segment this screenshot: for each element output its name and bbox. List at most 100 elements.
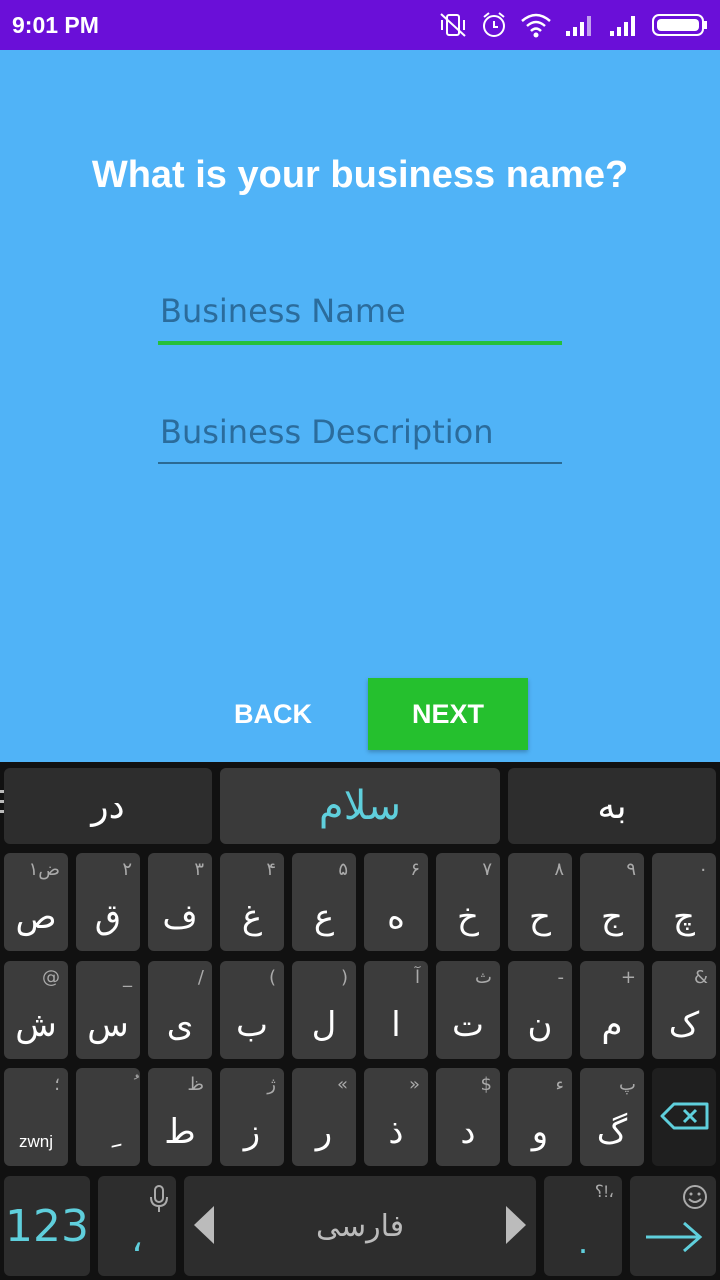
key-che[interactable]: ٠چ [652, 853, 716, 951]
arrow-left-icon[interactable] [194, 1206, 214, 1244]
key-label: خ [457, 897, 479, 937]
back-button[interactable]: BACK [222, 678, 324, 750]
alarm-icon [480, 11, 508, 39]
key-kaf[interactable]: & ک [652, 961, 716, 1059]
key-be[interactable]: (ب [220, 961, 284, 1059]
key-hint: ٣ [194, 859, 204, 880]
key-label: ش [15, 1005, 57, 1045]
suggestion-right[interactable]: به [508, 768, 716, 844]
key-hint: ظ [187, 1074, 204, 1095]
key-ye[interactable]: / ی [148, 961, 212, 1059]
key-hint: _ [123, 967, 132, 988]
period-label: . [577, 1220, 588, 1261]
key-label: غ [241, 897, 263, 937]
key-hint: ۶ [410, 859, 420, 880]
enter-key[interactable] [630, 1176, 716, 1276]
key-alef[interactable]: آا [364, 961, 428, 1059]
numbers-key[interactable]: 123 [4, 1176, 90, 1276]
key-zal[interactable]: » ذ [364, 1068, 428, 1166]
key-ze[interactable]: ژز [220, 1068, 284, 1166]
wifi-icon [520, 12, 552, 38]
key-sin[interactable]: _ س [76, 961, 140, 1059]
key-label: ِ [76, 1112, 140, 1152]
business-description-input[interactable] [158, 404, 562, 460]
key-hint: آ [414, 967, 420, 988]
key-hint: ء [555, 1074, 564, 1095]
next-button[interactable]: NEXT [368, 678, 528, 750]
key-label: ج [601, 897, 623, 937]
status-icons [438, 10, 708, 40]
period-hint: ؟!، [594, 1182, 614, 1201]
key-label: ع [313, 897, 335, 937]
key-hint: » [408, 1074, 420, 1095]
key-ein[interactable]: ۵ع [292, 853, 356, 951]
signal-icon [564, 13, 596, 37]
key-dal[interactable]: $ د [436, 1068, 500, 1166]
key-ta[interactable]: ظط [148, 1068, 212, 1166]
space-label: فارسی [315, 1208, 405, 1244]
key-hint: $ [480, 1074, 492, 1095]
key-jim[interactable]: ٩ج [580, 853, 644, 951]
arrow-right-icon [644, 1220, 704, 1259]
key-label: چ [673, 897, 695, 937]
key-re[interactable]: «ر [292, 1068, 356, 1166]
key-te[interactable]: ثت [436, 961, 500, 1059]
business-name-underline [158, 341, 562, 345]
suggestion-middle[interactable]: سلام [220, 768, 500, 844]
business-description-field[interactable] [158, 404, 562, 464]
key-label: ز [243, 1112, 261, 1152]
key-label: ک [668, 1005, 700, 1045]
key-qaf[interactable]: ٢ق [76, 853, 140, 951]
key-label: ا [391, 1005, 401, 1045]
key-hint: - [557, 967, 565, 988]
comma-key[interactable]: ، [98, 1176, 176, 1276]
period-key[interactable]: ؟!، . [544, 1176, 622, 1276]
key-hint: ٧ [482, 859, 492, 880]
key-ghein[interactable]: ۴غ [220, 853, 284, 951]
key-shin[interactable]: @ ش [4, 961, 68, 1059]
key-vav[interactable]: ءو [508, 1068, 572, 1166]
key-hint: ٨ [554, 859, 564, 880]
key-label: ق [94, 897, 122, 937]
vibrate-off-icon [438, 11, 468, 39]
key-label: ت [451, 1005, 484, 1045]
key-label: ن [527, 1005, 553, 1045]
key-gaf[interactable]: پگ [580, 1068, 644, 1166]
key-zwnj[interactable]: ؛ zwnj [4, 1068, 68, 1166]
key-hint: ژ [267, 1074, 276, 1095]
key-hint: @ [42, 967, 60, 988]
key-label: ح [529, 897, 551, 937]
key-hint: ؛ [54, 1074, 60, 1095]
key-hhe[interactable]: ٨ح [508, 853, 572, 951]
key-hint: / [197, 967, 204, 988]
key-he[interactable]: ۶ه [364, 853, 428, 951]
key-hint: ٢ [122, 859, 132, 880]
arrow-right-icon[interactable] [506, 1206, 526, 1244]
business-name-input[interactable] [158, 283, 562, 339]
key-hint: « [336, 1074, 348, 1095]
key-label: ی [166, 1005, 194, 1045]
page-title: What is your business name? [91, 154, 629, 196]
key-label: گ [596, 1112, 628, 1152]
key-hint: ث [475, 967, 492, 988]
key-mim[interactable]: + م [580, 961, 644, 1059]
business-name-field[interactable] [158, 283, 562, 345]
comma-label: ، [131, 1219, 143, 1260]
keyboard: در سلام به ض١ ص ٢ق ٣ف ۴غ ۵ع ۶ه ٧خ ٨ح ٩ج ٠… [0, 762, 720, 1280]
key-label: ص [15, 897, 57, 937]
key-sad[interactable]: ض١ ص [4, 853, 68, 951]
key-khe[interactable]: ٧خ [436, 853, 500, 951]
key-nun[interactable]: -ن [508, 961, 572, 1059]
key-kasre[interactable]: ُِ [76, 1068, 140, 1166]
backspace-key[interactable] [652, 1068, 716, 1166]
key-hint: ۵ [338, 859, 348, 880]
space-key[interactable]: فارسی [184, 1176, 536, 1276]
business-description-underline [158, 462, 562, 464]
battery-icon [652, 13, 708, 37]
key-fe[interactable]: ٣ف [148, 853, 212, 951]
key-lam[interactable]: ) ل [292, 961, 356, 1059]
signal-icon [608, 13, 640, 37]
suggestion-left[interactable]: در [4, 768, 212, 844]
key-hint: ض١ [28, 859, 60, 880]
key-label: د [460, 1112, 476, 1152]
